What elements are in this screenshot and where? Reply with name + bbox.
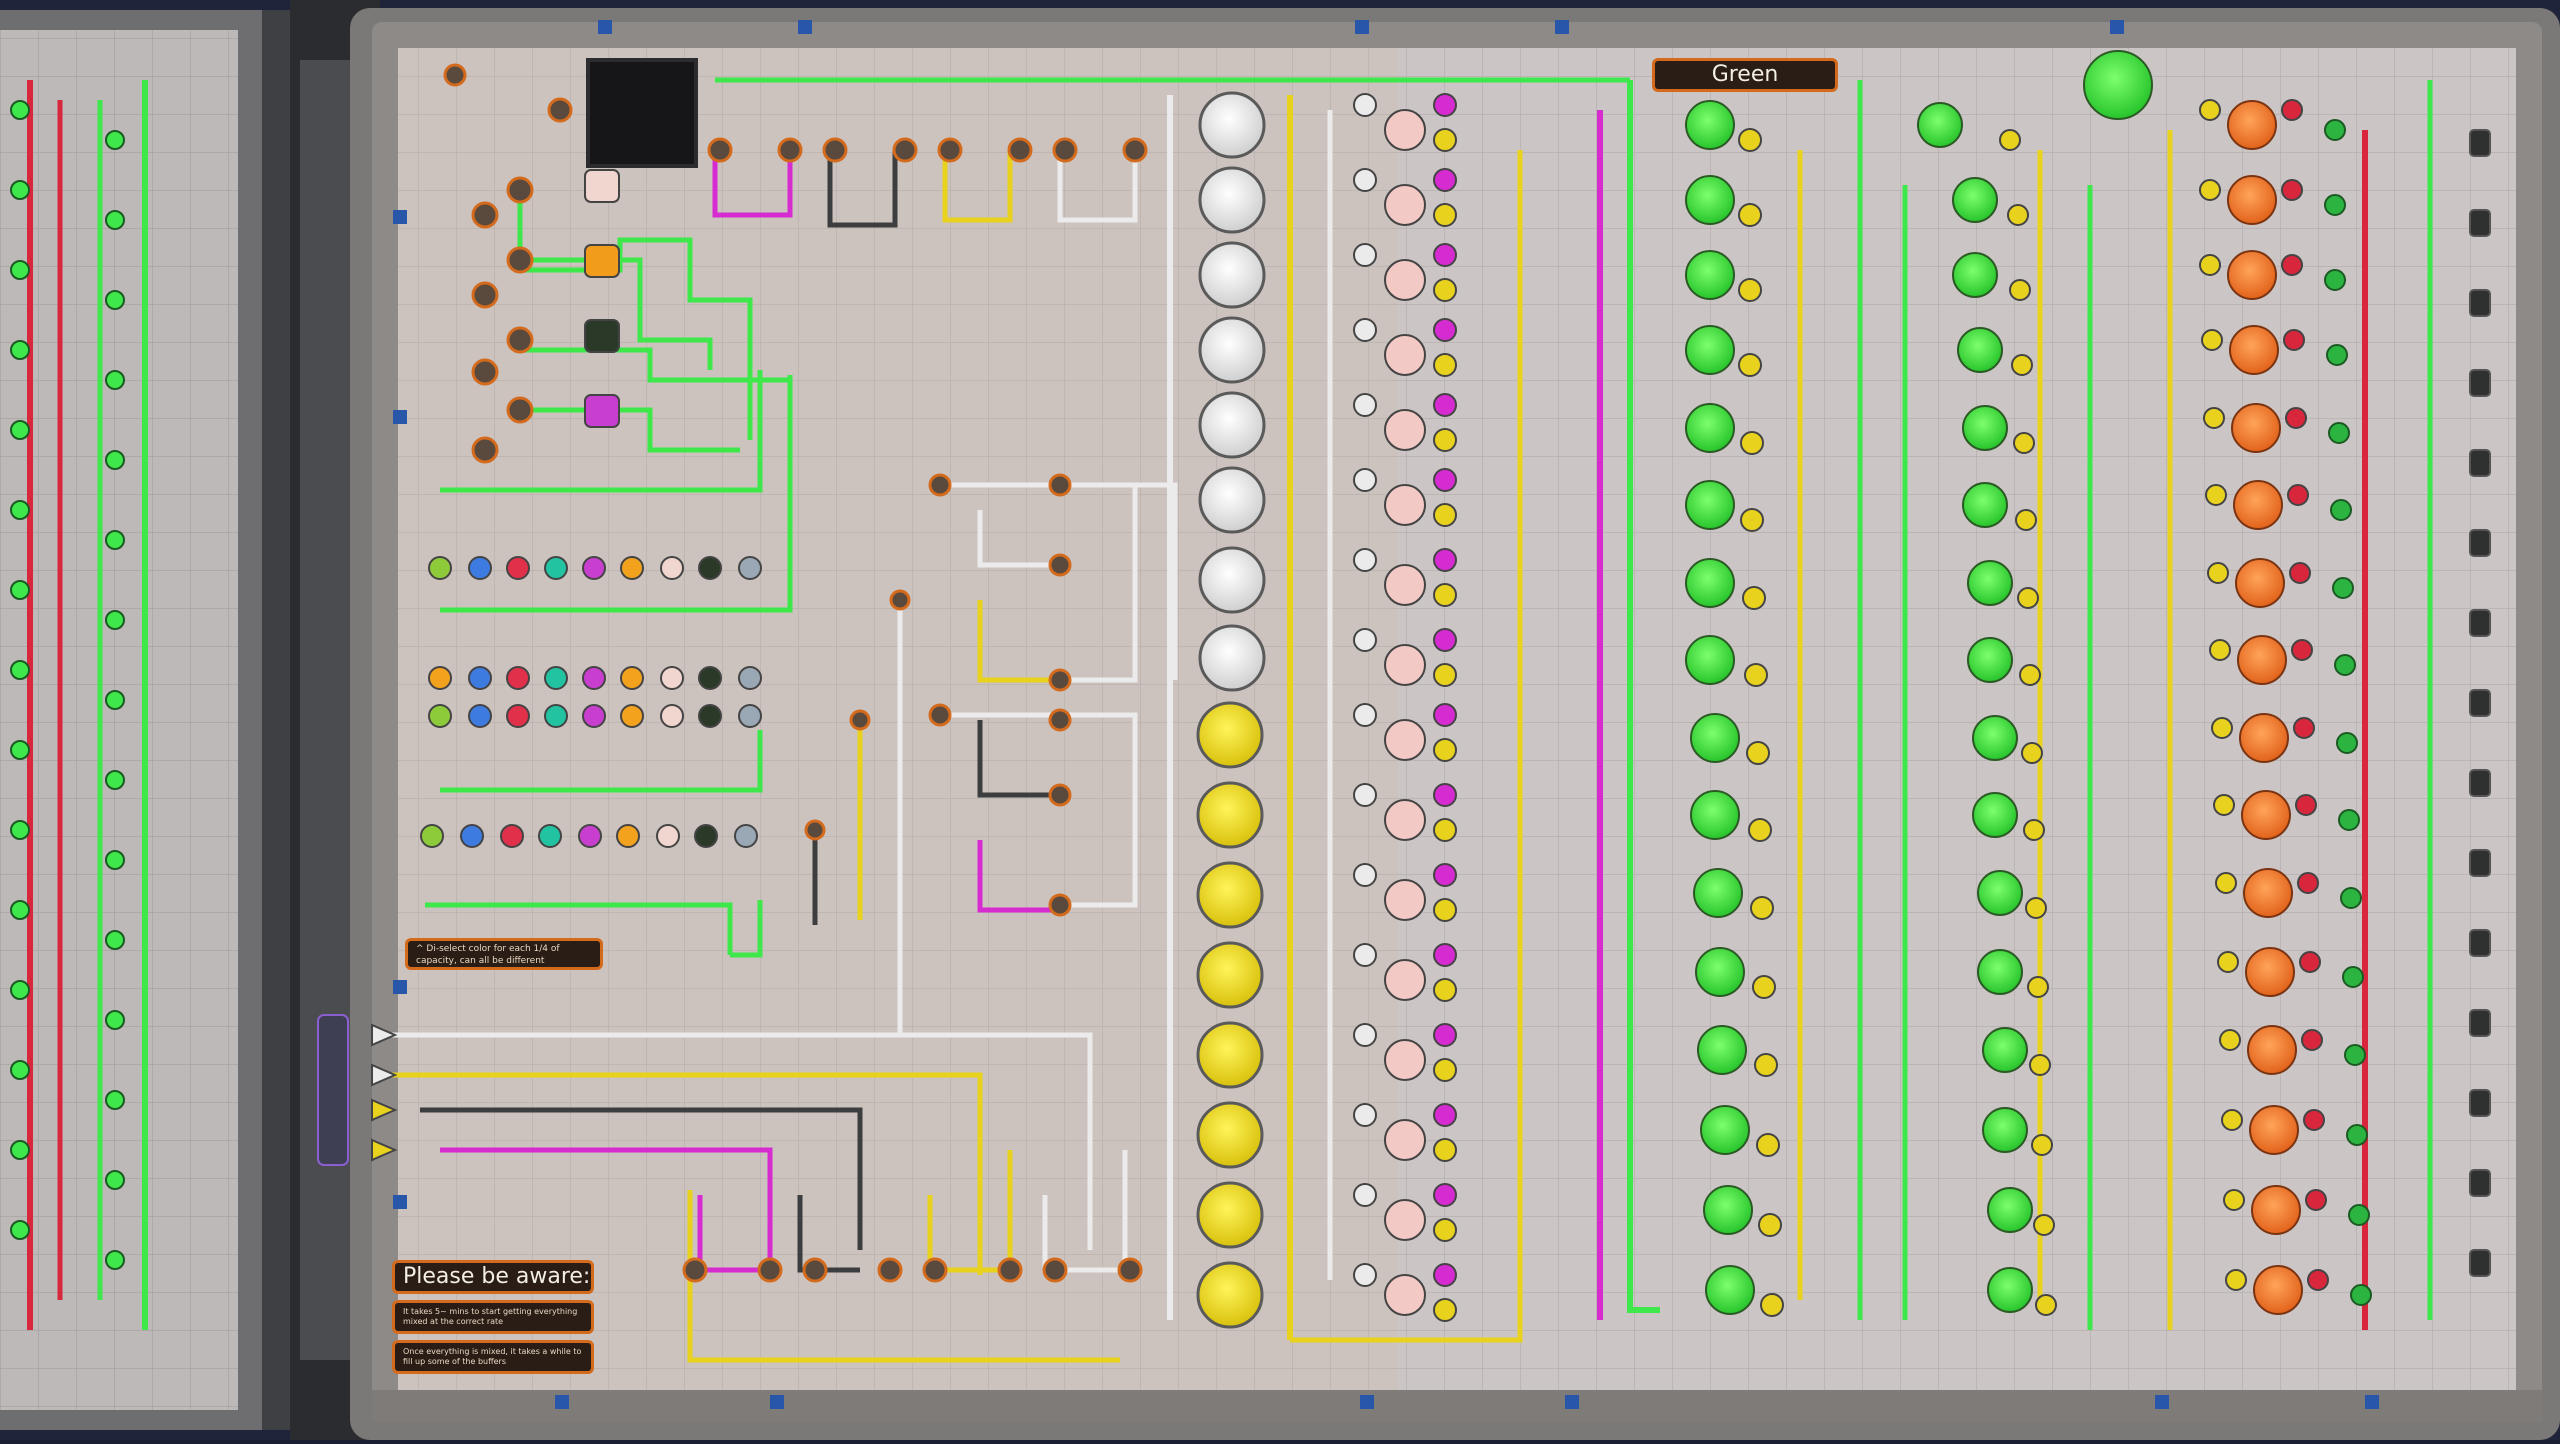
- dark-sample-icon: [584, 319, 620, 353]
- green-output-tank: [2083, 50, 2153, 120]
- platform-edge: [372, 1390, 2542, 1422]
- sign-note-1: It takes 5~ mins to start getting everyt…: [392, 1300, 594, 1334]
- sign-please-aware: Please be aware:: [392, 1260, 594, 1294]
- sign-capacity-note: ^ Di-select color for each 1/4 of capaci…: [405, 938, 603, 970]
- sign-note-2: Once everything is mixed, it takes a whi…: [392, 1340, 594, 1374]
- sign-green: Green: [1652, 58, 1838, 92]
- right-output-pumps: [2469, 129, 2491, 1277]
- display-panel: [586, 58, 698, 168]
- factory-view: [0, 0, 2560, 1440]
- purple-sample-icon: [584, 394, 620, 428]
- factory-floor-svg: [0, 0, 2560, 1440]
- orange-sample-icon: [584, 244, 620, 278]
- left-factory-section: [0, 0, 380, 1440]
- pink-sample-icon: [584, 169, 620, 203]
